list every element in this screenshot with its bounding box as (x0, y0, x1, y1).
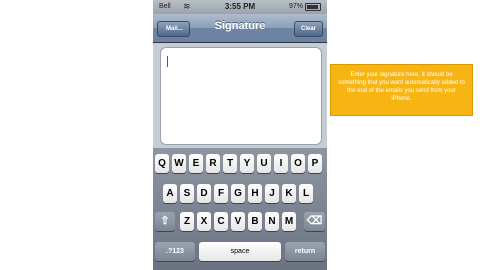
navigation-bar: Mail... Signature Clear (153, 14, 327, 43)
key-h[interactable]: H (248, 184, 262, 203)
status-bar: Bell ≋ 3:55 PM 97% (153, 0, 327, 14)
return-key[interactable]: return (285, 242, 325, 261)
key-c[interactable]: C (214, 212, 228, 231)
text-cursor (167, 56, 168, 67)
key-a[interactable]: A (163, 184, 177, 203)
key-v[interactable]: V (231, 212, 245, 231)
clear-button[interactable]: Clear (293, 21, 323, 37)
key-o[interactable]: O (291, 154, 305, 173)
shift-icon[interactable]: ⇧ (155, 212, 175, 231)
key-k[interactable]: K (282, 184, 296, 203)
key-x[interactable]: X (197, 212, 211, 231)
iphone-screen: Bell ≋ 3:55 PM 97% Mail... Signature Cle… (153, 0, 327, 270)
key-z[interactable]: Z (180, 212, 194, 231)
key-w[interactable]: W (172, 154, 186, 173)
key-y[interactable]: Y (240, 154, 254, 173)
key-g[interactable]: G (231, 184, 245, 203)
battery-icon (305, 3, 321, 11)
key-q[interactable]: Q (155, 154, 169, 173)
delete-icon[interactable]: ⌫ (304, 212, 325, 231)
signature-textarea[interactable] (160, 47, 322, 145)
key-n[interactable]: N (265, 212, 279, 231)
key-s[interactable]: S (180, 184, 194, 203)
key-b[interactable]: B (248, 212, 262, 231)
instruction-callout: Enter your signature here. It should be … (330, 64, 473, 116)
key-f[interactable]: F (214, 184, 228, 203)
key-e[interactable]: E (189, 154, 203, 173)
battery-percent: 97% (288, 3, 303, 10)
key-m[interactable]: M (282, 212, 296, 231)
numbers-key[interactable]: .?123 (155, 242, 195, 261)
key-j[interactable]: J (265, 184, 279, 203)
key-l[interactable]: L (299, 184, 313, 203)
keyboard: Q W E R T Y U I O P A S D F G H J K L ⇧ … (153, 148, 327, 270)
key-d[interactable]: D (197, 184, 211, 203)
space-key[interactable]: space (199, 242, 281, 261)
callout-text: Enter your signature here. It should be … (338, 72, 465, 102)
key-i[interactable]: I (274, 154, 288, 173)
key-u[interactable]: U (257, 154, 271, 173)
key-t[interactable]: T (223, 154, 237, 173)
key-p[interactable]: P (308, 154, 322, 173)
key-r[interactable]: R (206, 154, 220, 173)
